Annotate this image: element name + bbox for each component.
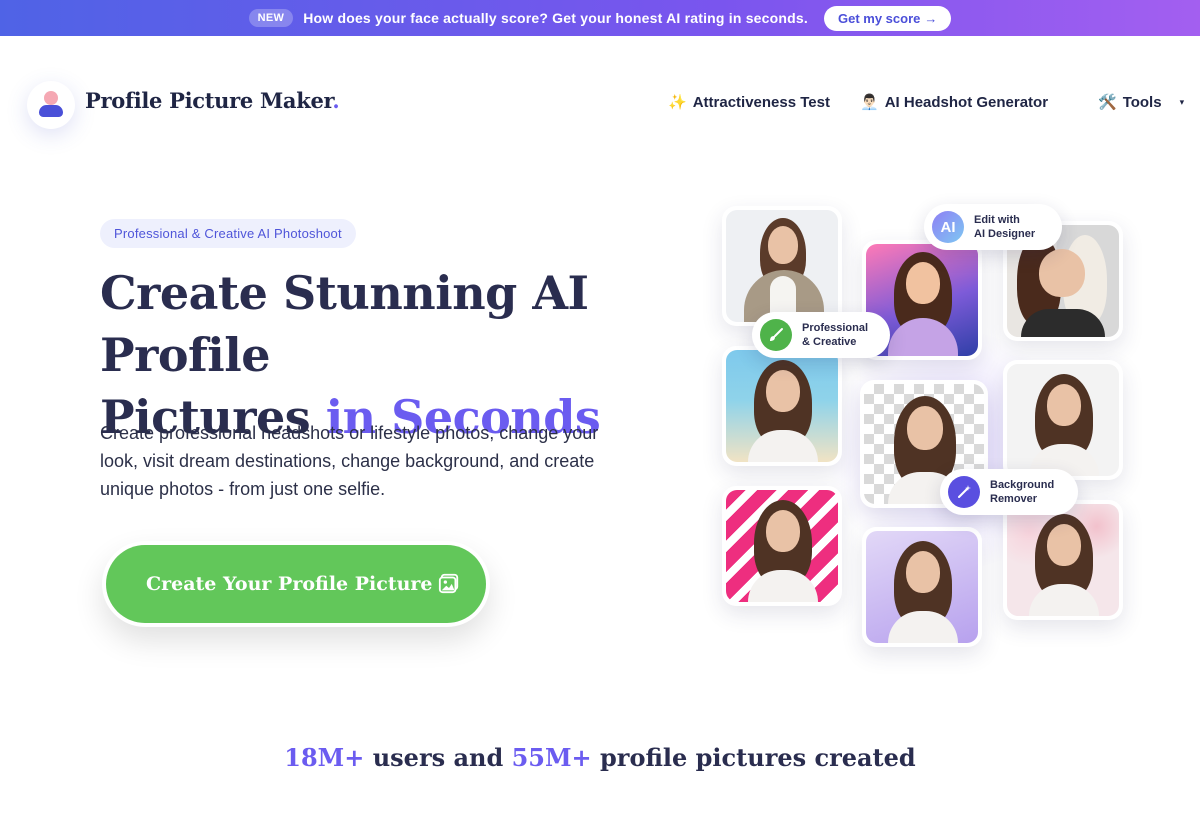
chip-professional-label: Professional & Creative bbox=[802, 322, 869, 348]
chevron-down-icon: ▾ bbox=[1179, 96, 1185, 107]
portrait-tile-plain bbox=[1003, 360, 1123, 480]
portrait-tile-beach bbox=[722, 346, 842, 466]
nav-attractiveness-label: Attractiveness Test bbox=[692, 93, 830, 111]
new-badge: NEW bbox=[248, 9, 294, 27]
nav-headshot-label: AI Headshot Generator bbox=[884, 93, 1049, 111]
nav-attractiveness-test[interactable]: ✨ Attractiveness Test bbox=[668, 93, 830, 112]
brand-dot: . bbox=[332, 88, 340, 113]
logo-icon[interactable] bbox=[27, 81, 75, 129]
portrait-tile-professional bbox=[722, 206, 842, 326]
portrait-tile-bokeh bbox=[1003, 500, 1123, 620]
usage-stats: 18M+ users and 55M+ profile pictures cre… bbox=[284, 743, 916, 772]
chip-edit-ai-designer: AI Edit with AI Designer bbox=[924, 204, 1062, 250]
hero-tagline-pill: Professional & Creative AI Photoshoot bbox=[100, 219, 356, 248]
create-profile-picture-button[interactable]: Create Your Profile Picture bbox=[102, 541, 490, 627]
get-score-label: Get my score bbox=[837, 10, 921, 26]
portrait-tile-pattern bbox=[722, 486, 842, 606]
pictures-count: 55M+ bbox=[511, 743, 592, 772]
brush-icon bbox=[760, 319, 792, 351]
promo-message: How does your face actually score? Get y… bbox=[303, 10, 808, 26]
hero-description: Create professional headshots or lifesty… bbox=[100, 423, 599, 499]
image-icon bbox=[438, 573, 459, 594]
brand-name[interactable]: Profile Picture Maker. bbox=[85, 88, 340, 113]
promo-banner: NEW How does your face actually score? G… bbox=[0, 0, 1200, 36]
magic-wand-icon bbox=[948, 476, 980, 508]
businessman-icon: 👨🏻‍💼 bbox=[860, 94, 879, 111]
portrait-tile-purple bbox=[862, 527, 982, 647]
nav-ai-headshot-generator[interactable]: 👨🏻‍💼 AI Headshot Generator bbox=[860, 93, 1049, 112]
site-header: Profile Picture Maker. ✨ Attractiveness … bbox=[0, 36, 1200, 166]
create-profile-picture-label: Create Your Profile Picture bbox=[146, 573, 433, 595]
nav-tools-label: Tools bbox=[1122, 93, 1162, 111]
ai-icon: AI bbox=[932, 211, 964, 243]
get-score-button[interactable]: Get my score → bbox=[823, 5, 952, 31]
nav-tools-dropdown[interactable]: 🛠️ Tools ▾ bbox=[1098, 93, 1185, 112]
sparkles-icon: ✨ bbox=[668, 94, 687, 111]
chip-edit-label: Edit with AI Designer bbox=[974, 214, 1036, 240]
chip-background-remover: Background Remover bbox=[940, 469, 1078, 515]
chip-professional-creative: Professional & Creative bbox=[752, 312, 890, 358]
tools-icon: 🛠️ bbox=[1098, 94, 1117, 111]
arrow-right-icon: → bbox=[924, 10, 938, 26]
users-count: 18M+ bbox=[284, 743, 365, 772]
chip-background-label: Background Remover bbox=[990, 479, 1055, 505]
